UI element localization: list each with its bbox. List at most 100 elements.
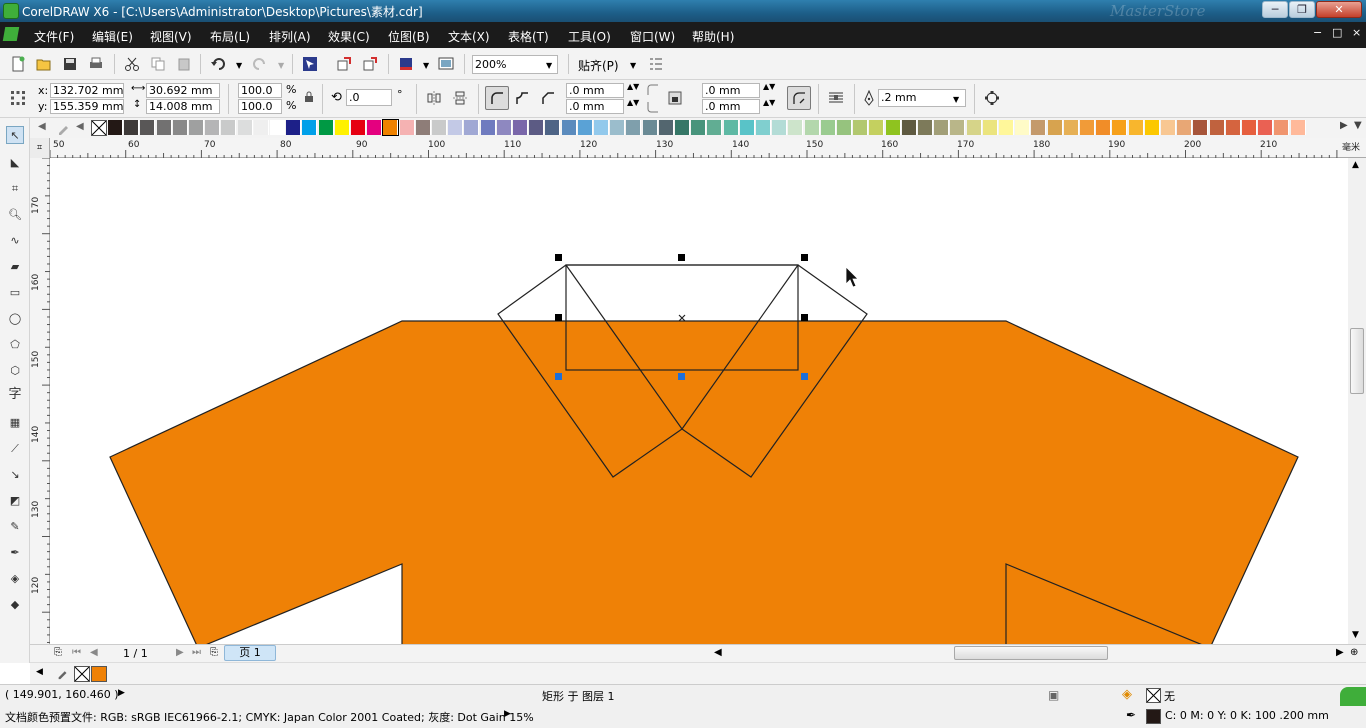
doc-eyedropper-icon[interactable] bbox=[56, 666, 70, 680]
color-swatch[interactable] bbox=[901, 120, 917, 135]
color-swatch[interactable] bbox=[675, 120, 690, 135]
table-tool-icon[interactable]: ▦ bbox=[6, 414, 24, 432]
status-expand-icon[interactable]: ▶ bbox=[118, 688, 125, 698]
scroll-up-icon[interactable]: ▲ bbox=[1352, 160, 1359, 170]
color-swatch[interactable] bbox=[772, 120, 788, 135]
color-swatch[interactable] bbox=[1177, 120, 1193, 135]
object-height-input[interactable]: 14.008 mm bbox=[146, 99, 220, 114]
scroll-left-icon[interactable]: ◀ bbox=[714, 647, 722, 658]
color-swatch[interactable] bbox=[1209, 120, 1225, 135]
color-swatch[interactable] bbox=[918, 120, 933, 135]
minimize-button[interactable]: ─ bbox=[1262, 1, 1288, 18]
navigator-icon[interactable]: ⊕ bbox=[1350, 647, 1358, 658]
color-swatch[interactable] bbox=[577, 120, 593, 135]
spinner-icon[interactable]: ▲▼ bbox=[763, 98, 775, 107]
menu-table[interactable]: 表格(T) bbox=[508, 28, 549, 45]
color-swatch[interactable] bbox=[496, 120, 512, 135]
zoom-dropdown-icon[interactable]: ▼ bbox=[546, 61, 552, 70]
redo-icon[interactable] bbox=[252, 56, 268, 72]
color-swatch[interactable] bbox=[545, 120, 561, 135]
welcome-screen-icon[interactable] bbox=[438, 56, 454, 72]
object-width-input[interactable]: 30.692 mm bbox=[146, 83, 220, 98]
color-swatch[interactable] bbox=[480, 120, 496, 135]
color-swatch[interactable] bbox=[788, 120, 804, 135]
color-swatch[interactable] bbox=[1112, 120, 1128, 135]
options-icon[interactable] bbox=[648, 56, 664, 72]
color-swatch[interactable] bbox=[1047, 120, 1063, 135]
print-icon[interactable] bbox=[88, 56, 104, 72]
menu-arrange[interactable]: 排列(A) bbox=[269, 28, 311, 45]
doc-restore-button[interactable]: □ bbox=[1332, 26, 1342, 39]
color-swatch[interactable] bbox=[464, 120, 480, 135]
x-position-input[interactable]: 132.702 mm bbox=[50, 83, 124, 98]
color-swatch[interactable] bbox=[804, 120, 820, 135]
color-swatch[interactable] bbox=[1225, 120, 1241, 135]
color-swatch[interactable] bbox=[399, 120, 415, 135]
smart-fill-tool-icon[interactable]: ▰ bbox=[6, 258, 24, 276]
eyedropper-icon[interactable] bbox=[56, 120, 72, 136]
mirror-vertical-icon[interactable] bbox=[452, 90, 468, 106]
outline-tool-icon[interactable]: ✒ bbox=[6, 544, 24, 562]
color-profile-expand-icon[interactable]: ▶ bbox=[504, 709, 511, 719]
doc-close-button[interactable]: × bbox=[1352, 26, 1361, 39]
round-corner-button[interactable] bbox=[485, 86, 509, 110]
doc-no-color-swatch[interactable] bbox=[74, 666, 90, 682]
relative-corner-scaling-button[interactable] bbox=[787, 86, 811, 110]
doc-minimize-button[interactable]: − bbox=[1313, 26, 1322, 39]
color-swatch[interactable] bbox=[1290, 120, 1306, 135]
corner-radius-bottom-left-input[interactable]: .0 mm bbox=[566, 99, 624, 114]
doc-orange-swatch[interactable] bbox=[91, 666, 107, 682]
color-swatch[interactable] bbox=[108, 120, 123, 135]
vertical-scroll-thumb[interactable] bbox=[1350, 328, 1364, 394]
corner-radius-bottom-right-input[interactable]: .0 mm bbox=[702, 99, 760, 114]
chamfer-corner-icon[interactable] bbox=[540, 90, 556, 106]
color-swatch[interactable] bbox=[237, 120, 253, 135]
color-swatch[interactable] bbox=[885, 120, 901, 135]
color-swatch[interactable] bbox=[1242, 120, 1257, 135]
palette-menu-icon[interactable]: ▼ bbox=[1354, 120, 1362, 131]
basic-shapes-tool-icon[interactable]: ⬡ bbox=[6, 362, 24, 380]
color-swatch[interactable] bbox=[820, 120, 836, 135]
new-document-icon[interactable] bbox=[10, 56, 26, 72]
menu-file[interactable]: 文件(F) bbox=[34, 28, 74, 45]
pick-tool-icon[interactable]: ↖ bbox=[6, 126, 24, 144]
scroll-right-icon[interactable]: ▶ bbox=[1336, 647, 1344, 658]
close-button[interactable]: ✕ bbox=[1316, 1, 1362, 18]
menu-effects[interactable]: 效果(C) bbox=[328, 28, 370, 45]
color-swatch[interactable] bbox=[626, 120, 642, 135]
color-swatch[interactable] bbox=[869, 120, 885, 135]
spinner-icon[interactable]: ▲▼ bbox=[763, 82, 775, 91]
color-swatch[interactable] bbox=[270, 120, 285, 135]
color-swatch[interactable] bbox=[415, 120, 431, 135]
palette-scroll-start-icon[interactable]: ◀ bbox=[38, 121, 46, 132]
color-swatch[interactable] bbox=[448, 120, 464, 135]
color-swatch[interactable] bbox=[966, 120, 982, 135]
ruler-origin-icon[interactable]: ⌗ bbox=[30, 138, 50, 158]
color-swatch[interactable] bbox=[756, 120, 771, 135]
rotation-angle-input[interactable]: .0 bbox=[346, 89, 392, 106]
launcher-dropdown-icon[interactable]: ▼ bbox=[423, 61, 429, 70]
scroll-down-icon[interactable]: ▼ bbox=[1352, 630, 1359, 640]
color-swatch[interactable] bbox=[837, 120, 852, 135]
undo-icon[interactable] bbox=[210, 56, 226, 72]
rectangle-tool-icon[interactable]: ▭ bbox=[6, 284, 24, 302]
text-tool-icon[interactable]: 字 bbox=[6, 386, 24, 404]
color-swatch[interactable] bbox=[253, 120, 269, 135]
mirror-horizontal-icon[interactable] bbox=[426, 90, 442, 106]
color-swatch[interactable] bbox=[318, 120, 334, 135]
ellipse-tool-icon[interactable]: ◯ bbox=[6, 310, 24, 328]
scallop-corner-icon[interactable] bbox=[514, 90, 530, 106]
first-page-icon[interactable]: ⏮ bbox=[72, 647, 81, 658]
menu-text[interactable]: 文本(X) bbox=[448, 28, 490, 45]
outline-width-dropdown-icon[interactable]: ▼ bbox=[953, 95, 959, 104]
menu-window[interactable]: 窗口(W) bbox=[630, 28, 675, 45]
scale-width-input[interactable]: 100.0 bbox=[238, 83, 282, 98]
page-tab[interactable]: 页 1 bbox=[224, 645, 276, 661]
horizontal-scroll-thumb[interactable] bbox=[954, 646, 1108, 660]
add-page-after-icon[interactable]: ⎘ bbox=[210, 647, 218, 658]
color-swatch[interactable] bbox=[221, 120, 237, 135]
selection-handles[interactable] bbox=[555, 254, 808, 321]
crop-tool-icon[interactable]: ⌗ bbox=[6, 180, 24, 198]
reference-point-icon[interactable] bbox=[10, 90, 26, 106]
color-swatch[interactable] bbox=[950, 120, 966, 135]
